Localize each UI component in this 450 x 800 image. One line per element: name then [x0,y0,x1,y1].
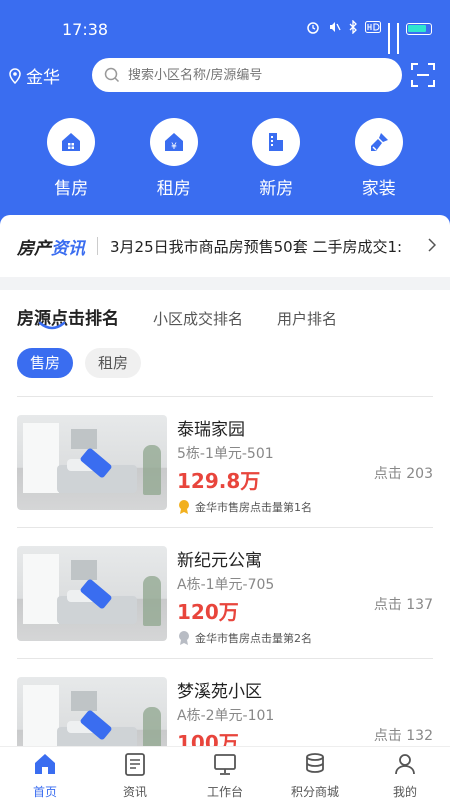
listing-rank: 金华市售房点击量第1名 [177,499,312,515]
listing-photo [17,415,167,510]
nav-profile[interactable]: 我的 [365,747,445,800]
rank-text: 金华市售房点击量第2名 [195,632,312,645]
news-ticker[interactable]: 房产资讯 3月25日我市商品房预售50套 二手房成交1: [0,215,450,277]
listing-photo [17,546,167,641]
category-row: 售房 ¥ 租房 新房 家装 [0,118,450,199]
listing-clicks: 点击 137 [373,597,433,613]
divider [17,658,433,659]
segment-rent[interactable]: 租房 [85,348,142,378]
location-pin-icon [9,67,21,84]
list-item[interactable]: 泰瑞家园 5栋-1单元-501 129.8万 金华市售房点击量第1名 点击 20… [17,415,433,515]
status-time: 17:38 [62,20,109,39]
category-label: 新房 [259,179,294,199]
scan-button[interactable] [410,62,436,88]
category-label: 租房 [156,179,191,199]
alarm-icon [306,20,320,37]
status-icons [306,19,432,54]
listing-clicks: 点击 132 [373,728,433,744]
building-icon [252,118,301,166]
tab-underline [38,321,66,330]
listing-info: 新纪元公寓 A栋-1单元-705 120万 金华市售房点击量第2名 [177,546,312,646]
monitor-icon [214,754,236,775]
category-label: 家装 [361,179,396,199]
news-tag-b: 资讯 [51,238,85,259]
category-label: 售房 [54,179,89,199]
listing-title: 新纪元公寓 [177,551,262,571]
news-icon [125,753,145,776]
search-bar[interactable] [92,58,402,92]
nav-label: 工作台 [206,785,243,799]
category-sell[interactable]: 售房 [41,118,101,199]
svg-text:¥: ¥ [171,142,177,152]
listing-rank: 金华市售房点击量第2名 [177,630,312,646]
nav-workbench[interactable]: 工作台 [185,747,265,800]
nav-label: 我的 [392,785,417,799]
tab-user-rank[interactable]: 用户排名 [277,308,337,329]
battery-icon [406,22,432,35]
chevron-right-icon [428,237,437,256]
listing-title: 泰瑞家园 [177,420,245,440]
nav-label: 资讯 [122,785,147,799]
nav-label: 积分商城 [290,785,339,799]
bluetooth-icon [348,19,358,37]
location-city: 金华 [26,68,60,88]
ranking-panel: 房源点击排名 小区成交排名 用户排名 售房 租房 泰瑞家园 5栋-1单元-501… [0,290,450,772]
hd-icon [365,21,381,36]
user-icon [395,754,415,775]
listing-unit: A栋-1单元-705 [177,577,275,593]
nav-points-mall[interactable]: 积分商城 [275,747,355,800]
listing-title: 梦溪苑小区 [177,682,262,702]
news-tag: 房产资讯 [17,234,85,259]
search-input[interactable] [128,67,388,83]
medal-icon [179,500,189,514]
scan-icon [411,63,435,87]
category-new[interactable]: 新房 [246,118,306,199]
home-icon [35,754,55,774]
house-icon [47,118,96,166]
search-icon [104,67,120,83]
listing-price: 129.8万 [177,469,261,493]
listing-info: 泰瑞家园 5栋-1单元-501 129.8万 金华市售房点击量第1名 [177,415,312,515]
category-decor[interactable]: 家装 [349,118,409,199]
signal-icon [388,22,390,54]
coins-icon [306,753,324,773]
signal-icon-2 [397,22,399,54]
news-text: 3月25日我市商品房预售50套 二手房成交1: [110,237,403,256]
listing-clicks: 点击 203 [373,466,433,482]
header: 17:38 金华 搜索小区名称/房源编号 售房 ¥ 租房 新房 家装 [0,0,450,232]
divider [97,237,98,255]
rank-text: 金华市售房点击量第1名 [195,501,312,514]
status-bar: 17:38 [0,0,450,54]
location-selector[interactable]: 金华 [8,63,60,88]
category-rent[interactable]: ¥ 租房 [144,118,204,199]
list-item[interactable]: 新纪元公寓 A栋-1单元-705 120万 金华市售房点击量第2名 点击 137 [17,546,433,646]
listing-info: 梦溪苑小区 A栋-2单元-101 100万 [177,677,274,756]
divider [17,396,433,397]
mute-icon [327,20,341,37]
rent-icon: ¥ [149,118,198,166]
tab-listing-clicks[interactable]: 房源点击排名 [17,304,119,329]
segment-sell[interactable]: 售房 [17,348,74,378]
news-tag-a: 房产 [17,238,51,259]
nav-home[interactable]: 首页 [5,747,85,800]
listing-unit: 5栋-1单元-501 [177,446,274,462]
type-switch: 售房 租房 [17,348,142,378]
nav-label: 首页 [32,785,57,799]
tab-community-deals[interactable]: 小区成交排名 [153,308,243,329]
medal-icon [179,631,189,645]
listing-price: 120万 [177,600,239,624]
divider [17,527,433,528]
brush-icon [354,118,403,166]
nav-news[interactable]: 资讯 [95,747,175,800]
listing-unit: A栋-2单元-101 [177,708,275,724]
bottom-nav: 首页 资讯 工作台 积分商城 我的 [0,746,450,800]
